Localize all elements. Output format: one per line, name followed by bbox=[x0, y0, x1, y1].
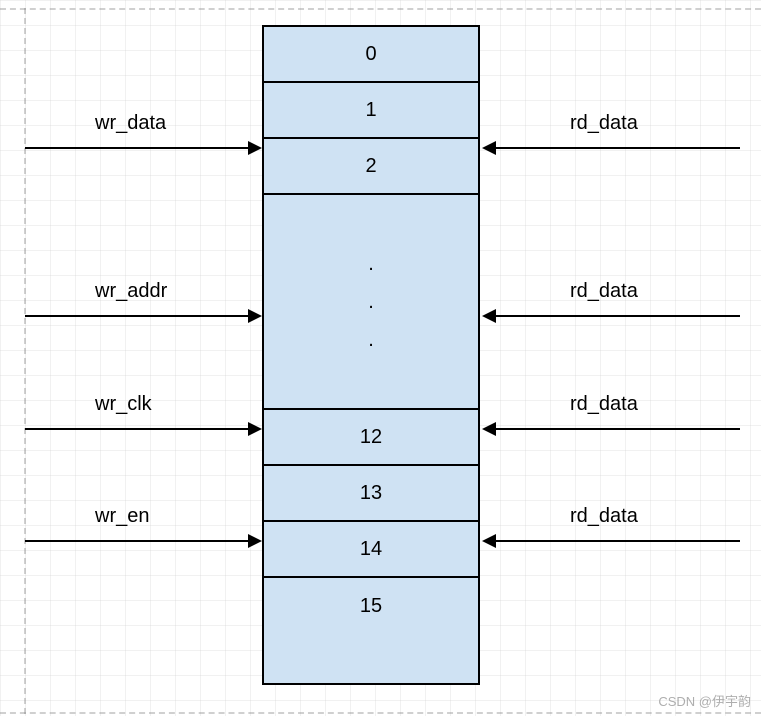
wr-addr-arrow-line bbox=[25, 315, 248, 317]
rd-data-arrow-line-4 bbox=[496, 540, 740, 542]
memory-block: 0 1 2 . . . 12 13 14 15 bbox=[262, 25, 480, 685]
rd-data-label-4: rd_data bbox=[570, 505, 638, 528]
memory-cell-12: 12 bbox=[264, 410, 478, 466]
memory-cell-0: 0 bbox=[264, 27, 478, 83]
rd-data-label-1: rd_data bbox=[570, 112, 638, 135]
memory-cell-13: 13 bbox=[264, 466, 478, 522]
wr-clk-arrowhead bbox=[248, 422, 262, 436]
wr-clk-arrow-line bbox=[25, 428, 248, 430]
wr-en-arrowhead bbox=[248, 534, 262, 548]
memory-ellipsis: . . . bbox=[264, 195, 478, 410]
watermark: CSDN @伊宇韵 bbox=[658, 691, 751, 710]
rd-data-arrow-line-1 bbox=[496, 147, 740, 149]
outer-frame-left bbox=[24, 8, 26, 714]
ellipsis-dot: . bbox=[368, 330, 374, 350]
wr-addr-arrowhead bbox=[248, 309, 262, 323]
memory-cell-2: 2 bbox=[264, 139, 478, 195]
memory-cell-1: 1 bbox=[264, 83, 478, 139]
wr-data-label: wr_data bbox=[95, 112, 166, 135]
wr-data-arrowhead bbox=[248, 141, 262, 155]
wr-en-label: wr_en bbox=[95, 505, 149, 528]
wr-en-arrow-line bbox=[25, 540, 248, 542]
wr-clk-label: wr_clk bbox=[95, 393, 152, 416]
rd-data-arrow-line-3 bbox=[496, 428, 740, 430]
wr-addr-label: wr_addr bbox=[95, 280, 167, 303]
rd-data-arrowhead-1 bbox=[482, 141, 496, 155]
ellipsis-dot: . bbox=[368, 254, 374, 274]
wr-data-arrow-line bbox=[25, 147, 248, 149]
rd-data-arrow-line-2 bbox=[496, 315, 740, 317]
rd-data-label-2: rd_data bbox=[570, 280, 638, 303]
rd-data-arrowhead-4 bbox=[482, 534, 496, 548]
memory-cell-15: 15 bbox=[264, 578, 478, 634]
rd-data-label-3: rd_data bbox=[570, 393, 638, 416]
memory-cell-14: 14 bbox=[264, 522, 478, 578]
ellipsis-dot: . bbox=[368, 292, 374, 312]
rd-data-arrowhead-3 bbox=[482, 422, 496, 436]
rd-data-arrowhead-2 bbox=[482, 309, 496, 323]
